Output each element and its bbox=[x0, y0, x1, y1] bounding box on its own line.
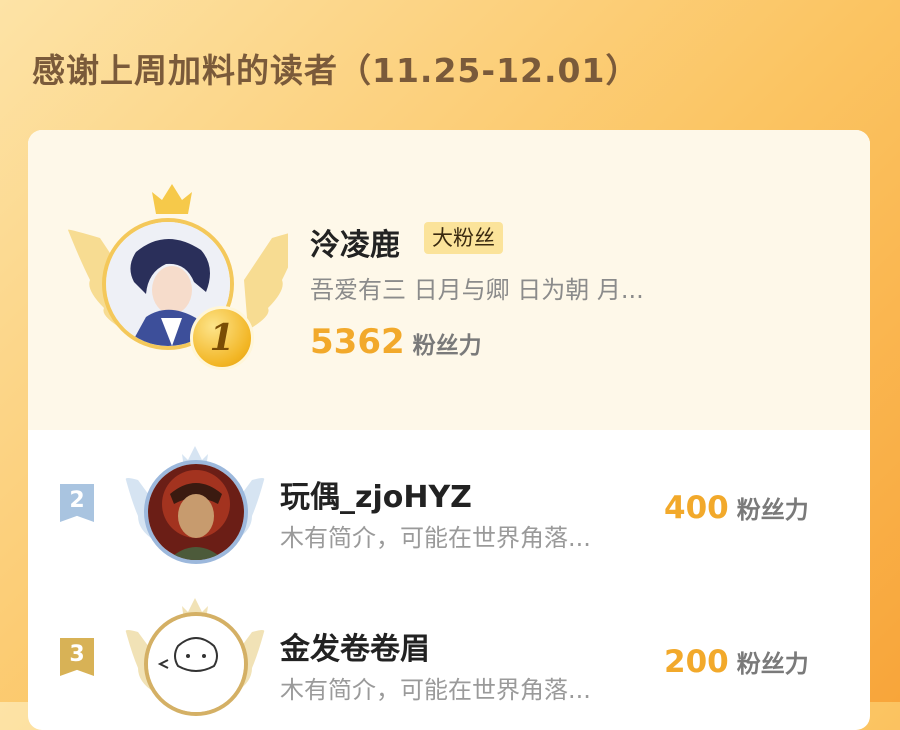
avatar[interactable] bbox=[144, 460, 248, 564]
rank-2-tag: 2 bbox=[60, 484, 94, 522]
reader-bio: 木有简介，可能在世界角落... bbox=[280, 676, 591, 704]
page-title: 感谢上周加料的读者（11.25-12.01） bbox=[32, 51, 640, 90]
top-reader-score: 5362 粉丝力 bbox=[310, 322, 482, 362]
avatar[interactable] bbox=[144, 612, 248, 716]
crown-icon bbox=[152, 184, 192, 214]
reader-score: 200 粉丝力 bbox=[664, 644, 809, 680]
reader-bio: 木有简介，可能在世界角落... bbox=[280, 524, 591, 552]
reader-score: 400 粉丝力 bbox=[664, 490, 809, 526]
rank-1-badge: 1 bbox=[190, 306, 254, 370]
reader-name[interactable]: 玩偶_zjoHYZ bbox=[280, 472, 472, 516]
score-value: 200 bbox=[664, 644, 729, 680]
top-reader-name[interactable]: 泠凌鹿 bbox=[310, 220, 400, 264]
score-unit: 粉丝力 bbox=[412, 333, 482, 359]
top-reader-section[interactable]: 1 泠凌鹿 大粉丝 吾爱有三 日月与卿 日为朝 月... 5362 粉丝力 bbox=[28, 130, 870, 430]
top-reader-bio: 吾爱有三 日月与卿 日为朝 月... bbox=[310, 276, 644, 304]
rank-3-tag: 3 bbox=[60, 638, 94, 676]
reader-name[interactable]: 金发卷卷眉 bbox=[280, 624, 430, 668]
score-value: 5362 bbox=[310, 322, 405, 362]
score-unit: 粉丝力 bbox=[736, 650, 809, 678]
score-value: 400 bbox=[664, 490, 729, 526]
score-unit: 粉丝力 bbox=[736, 496, 809, 524]
leaderboard-card: 1 泠凌鹿 大粉丝 吾爱有三 日月与卿 日为朝 月... 5362 粉丝力 2 玩… bbox=[28, 130, 870, 730]
fan-level-badge: 大粉丝 bbox=[424, 222, 503, 254]
